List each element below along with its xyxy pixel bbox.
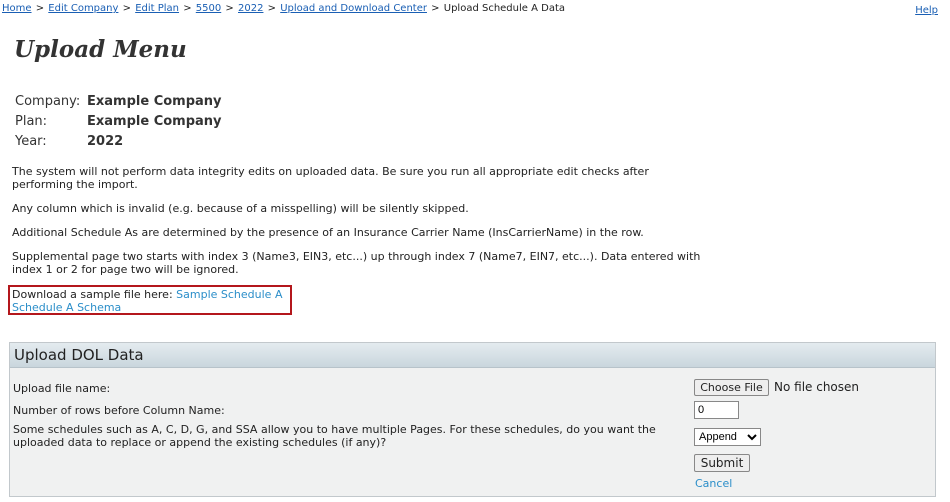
sample-download: Download a sample file here: Sample Sche… xyxy=(12,288,282,314)
rows-label: Number of rows before Column Name: xyxy=(13,404,225,417)
plan-info: Company: Example Company Plan: Example C… xyxy=(15,92,222,152)
year-value: 2022 xyxy=(87,134,124,149)
year-row: Year: 2022 xyxy=(15,132,222,152)
breadcrumb-5500[interactable]: 5500 xyxy=(196,3,221,14)
submit-button[interactable]: Submit xyxy=(694,454,750,472)
breadcrumb-upload-download-center[interactable]: Upload and Download Center xyxy=(280,3,427,14)
schedule-a-schema-link[interactable]: Schedule A Schema xyxy=(12,301,121,314)
breadcrumb-separator: > xyxy=(183,3,192,14)
invalid-column-note: Any column which is invalid (e.g. becaus… xyxy=(12,202,469,215)
help-link[interactable]: Help xyxy=(915,5,938,16)
breadcrumb-separator: > xyxy=(35,3,45,14)
additional-schedule-note: Additional Schedule As are determined by… xyxy=(12,226,644,239)
year-label: Year: xyxy=(15,134,47,149)
breadcrumb-year[interactable]: 2022 xyxy=(238,3,263,14)
choose-file-button[interactable]: Choose File xyxy=(694,379,769,396)
breadcrumb-current: Upload Schedule A Data xyxy=(443,3,565,14)
breadcrumb-separator: > xyxy=(267,3,277,14)
upload-panel-title: Upload DOL Data xyxy=(10,343,935,368)
page-title: Upload Menu xyxy=(14,36,187,63)
file-label: Upload file name: xyxy=(13,382,111,395)
rows-before-column-name-input[interactable] xyxy=(694,401,739,419)
company-row: Company: Example Company xyxy=(15,92,222,112)
no-file-chosen-text: No file chosen xyxy=(774,380,860,394)
breadcrumb-separator: > xyxy=(431,3,440,14)
integrity-note: The system will not perform data integri… xyxy=(12,165,649,191)
upload-panel: Upload DOL Data Upload file name: Choose… xyxy=(9,342,936,497)
breadcrumb-edit-plan[interactable]: Edit Plan xyxy=(135,3,179,14)
sample-prefix: Download a sample file here: xyxy=(12,288,173,301)
pages-label: Some schedules such as A, C, D, G, and S… xyxy=(13,423,656,449)
cancel-link[interactable]: Cancel xyxy=(695,477,732,490)
company-label: Company: xyxy=(15,94,81,109)
sample-schedule-a-link[interactable]: Sample Schedule A xyxy=(176,288,282,301)
company-value: Example Company xyxy=(87,94,222,109)
breadcrumb: Home > Edit Company > Edit Plan > 5500 >… xyxy=(2,3,565,14)
plan-row: Plan: Example Company xyxy=(15,112,222,132)
breadcrumb-home[interactable]: Home xyxy=(2,3,32,14)
breadcrumb-edit-company[interactable]: Edit Company xyxy=(48,3,118,14)
breadcrumb-separator: > xyxy=(122,3,131,14)
plan-value: Example Company xyxy=(87,114,222,129)
plan-label: Plan: xyxy=(15,114,48,129)
replace-append-select[interactable]: Append Replace xyxy=(694,428,761,446)
supplemental-page-note: Supplemental page two starts with index … xyxy=(12,250,701,276)
breadcrumb-separator: > xyxy=(225,3,234,14)
